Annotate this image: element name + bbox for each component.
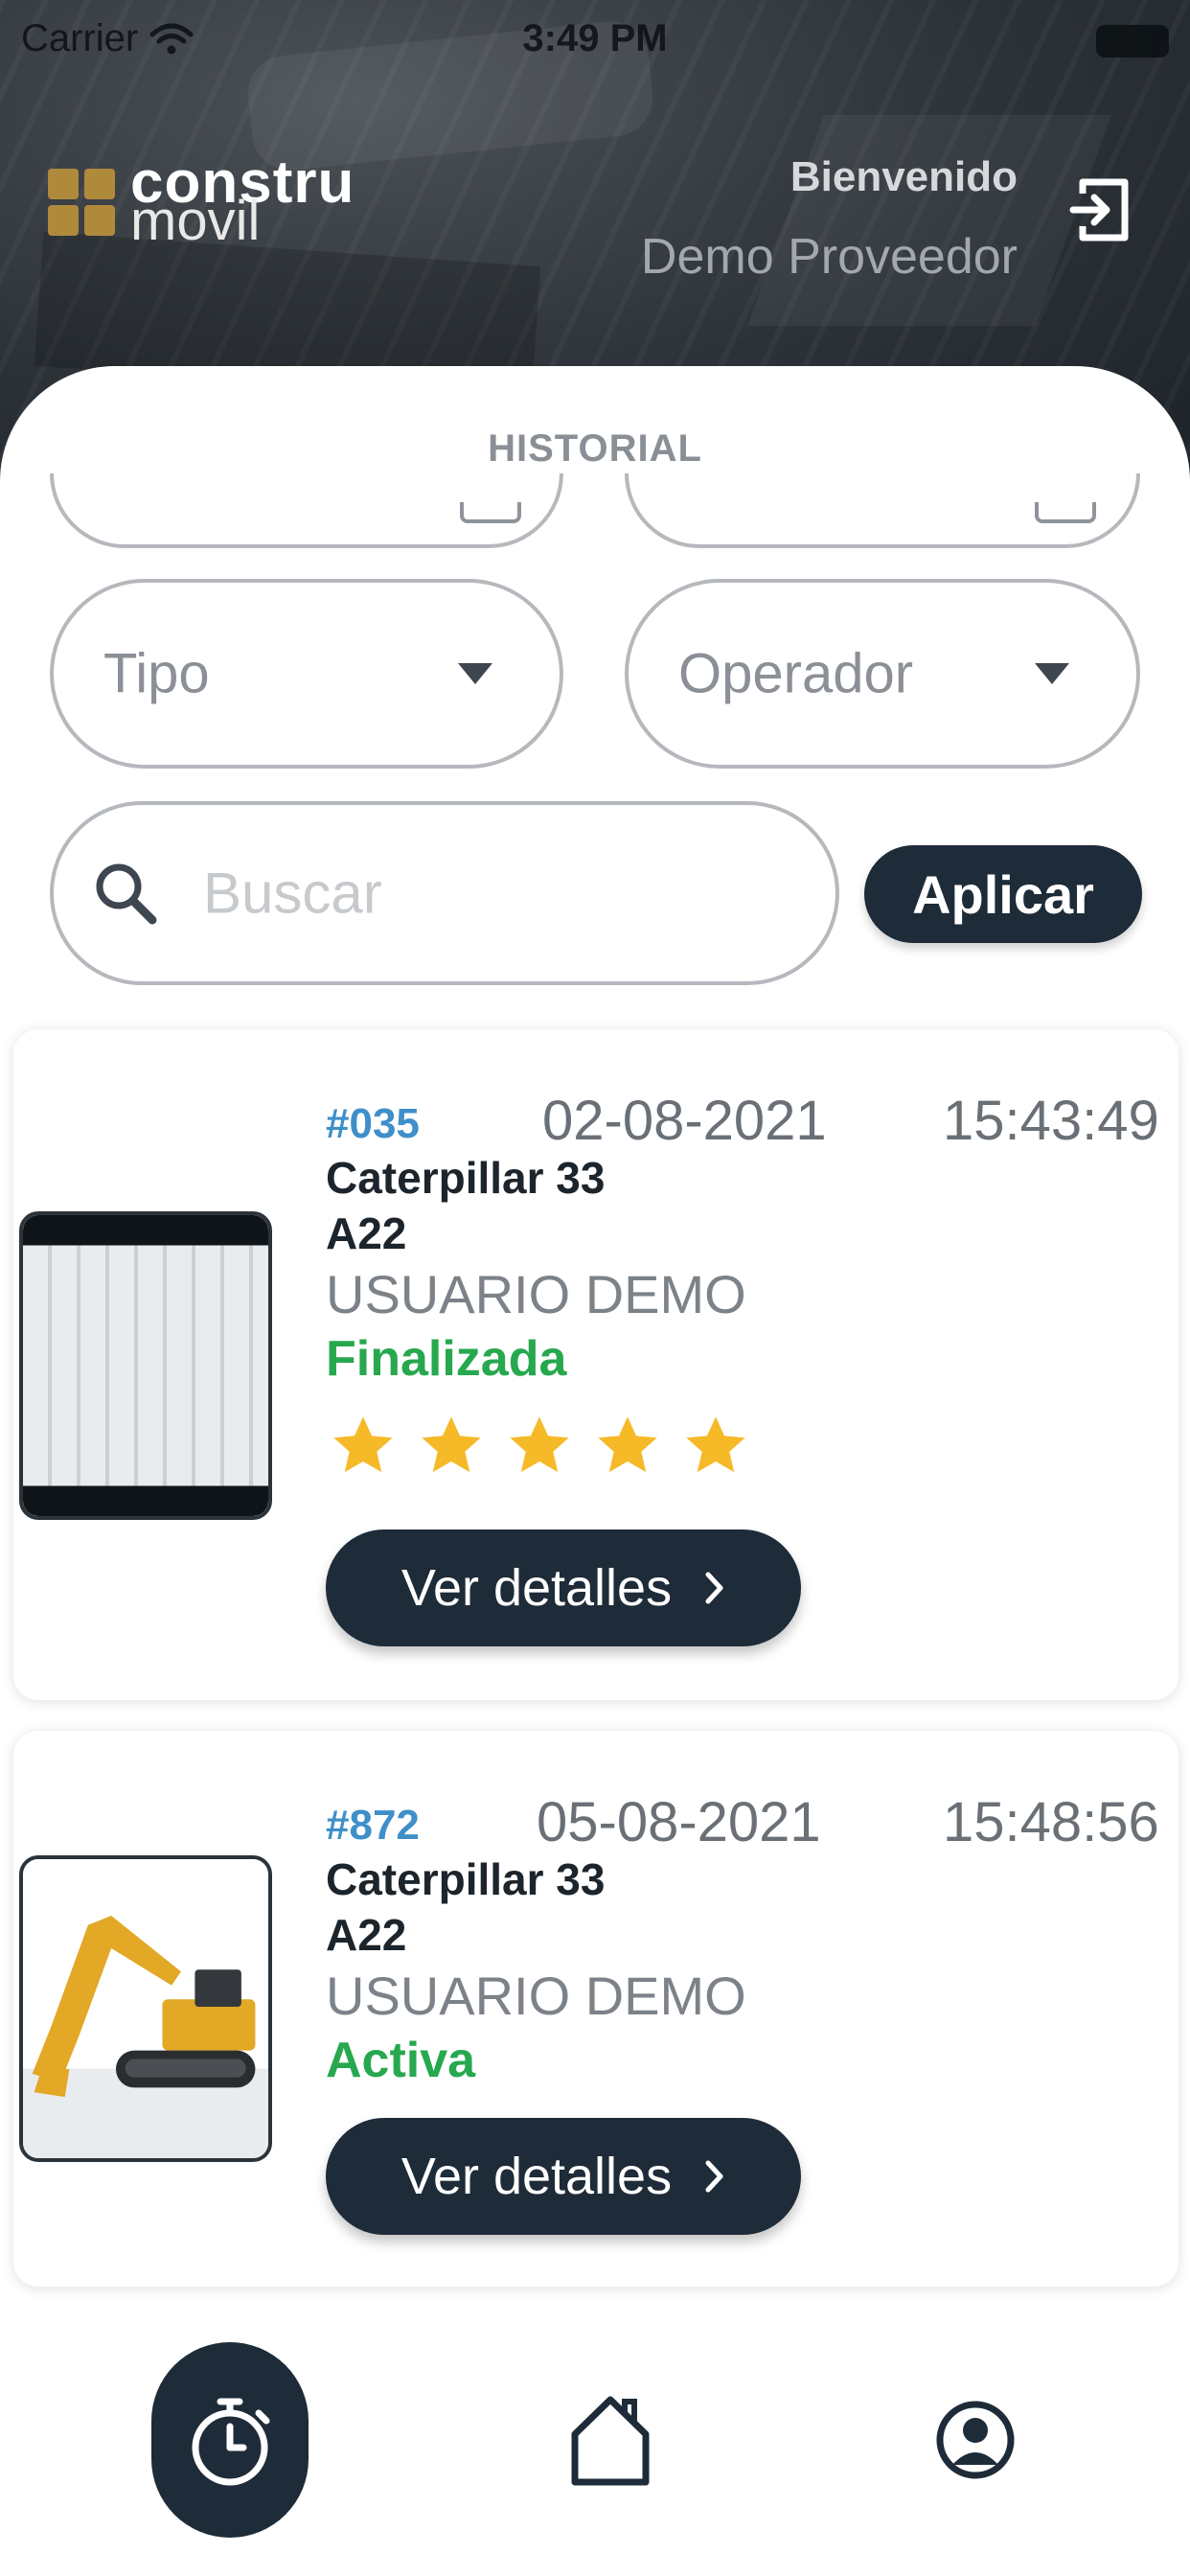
- order-thumbnail: [19, 1855, 272, 2162]
- search-placeholder: Buscar: [203, 861, 382, 926]
- view-details-button[interactable]: Ver detalles: [326, 2118, 801, 2235]
- status-time: 3:49 PM: [522, 17, 668, 59]
- status-badge: Activa: [326, 2033, 476, 2088]
- rating-stars: [330, 1413, 749, 1480]
- nav-item-history[interactable]: [151, 2342, 309, 2538]
- operador-select[interactable]: Operador: [625, 579, 1140, 769]
- calendar-icon: [460, 502, 521, 523]
- order-id: #872: [326, 1802, 420, 1849]
- star-icon: [510, 1416, 569, 1473]
- view-details-label: Ver detalles: [400, 2148, 673, 2205]
- status-badge: Finalizada: [326, 1331, 567, 1387]
- app-logo: constru movil: [48, 153, 355, 249]
- operador-select-label: Operador: [678, 642, 914, 705]
- logout-icon[interactable]: [1069, 174, 1131, 245]
- order-time: 15:48:56: [943, 1791, 1159, 1853]
- chevron-right-icon: [705, 1572, 723, 1604]
- excavator-icon: [32, 1916, 256, 2098]
- view-details-label: Ver detalles: [400, 1559, 673, 1617]
- welcome-label: Bienvenido: [790, 153, 1018, 200]
- view-details-button[interactable]: Ver detalles: [326, 1530, 801, 1646]
- order-id: #035: [326, 1100, 420, 1147]
- machine-model: Caterpillar 33 A22: [326, 1854, 606, 1960]
- order-date: 05-08-2021: [537, 1791, 821, 1853]
- tipo-select[interactable]: Tipo: [50, 579, 563, 769]
- star-icon: [422, 1416, 481, 1473]
- machine-model: Caterpillar 33 A22: [326, 1153, 606, 1258]
- order-user: USUARIO DEMO: [326, 1966, 746, 2026]
- search-icon: [96, 863, 157, 925]
- bottom-navigation: [0, 2302, 1190, 2576]
- logo-mark-icon: [48, 169, 115, 236]
- welcome-block: Bienvenido Demo Proveedor: [641, 153, 1018, 286]
- user-name: Demo Proveedor: [640, 229, 1018, 285]
- star-icon: [686, 1416, 745, 1473]
- order-user: USUARIO DEMO: [326, 1264, 746, 1324]
- apply-button[interactable]: Aplicar: [864, 845, 1142, 943]
- date-to-field[interactable]: [625, 473, 1140, 548]
- chevron-right-icon: [705, 2160, 723, 2193]
- battery-icon: [1096, 25, 1169, 58]
- star-icon: [598, 1416, 657, 1473]
- tipo-select-label: Tipo: [103, 642, 210, 705]
- search-input[interactable]: Buscar: [50, 801, 839, 985]
- page-title: HISTORIAL: [488, 427, 702, 470]
- order-card[interactable]: #035 02-08-2021 15:43:49 Caterpillar 33 A…: [13, 1029, 1179, 1700]
- stopwatch-icon: [192, 2398, 270, 2486]
- order-time: 15:43:49: [943, 1090, 1159, 1152]
- order-thumbnail: [19, 1211, 272, 1520]
- status-bar: Carrier 3:49 PM: [0, 13, 1190, 71]
- star-icon: [333, 1416, 393, 1473]
- calendar-icon: [1035, 502, 1096, 523]
- order-card[interactable]: #872 05-08-2021 15:48:56 Caterpillar 33 A…: [13, 1731, 1179, 2287]
- chevron-down-icon: [458, 663, 492, 684]
- home-icon[interactable]: [569, 2392, 652, 2488]
- profile-icon[interactable]: [935, 2392, 1016, 2488]
- date-from-field[interactable]: [50, 473, 563, 548]
- chevron-down-icon: [1035, 663, 1069, 684]
- order-date: 02-08-2021: [542, 1090, 827, 1152]
